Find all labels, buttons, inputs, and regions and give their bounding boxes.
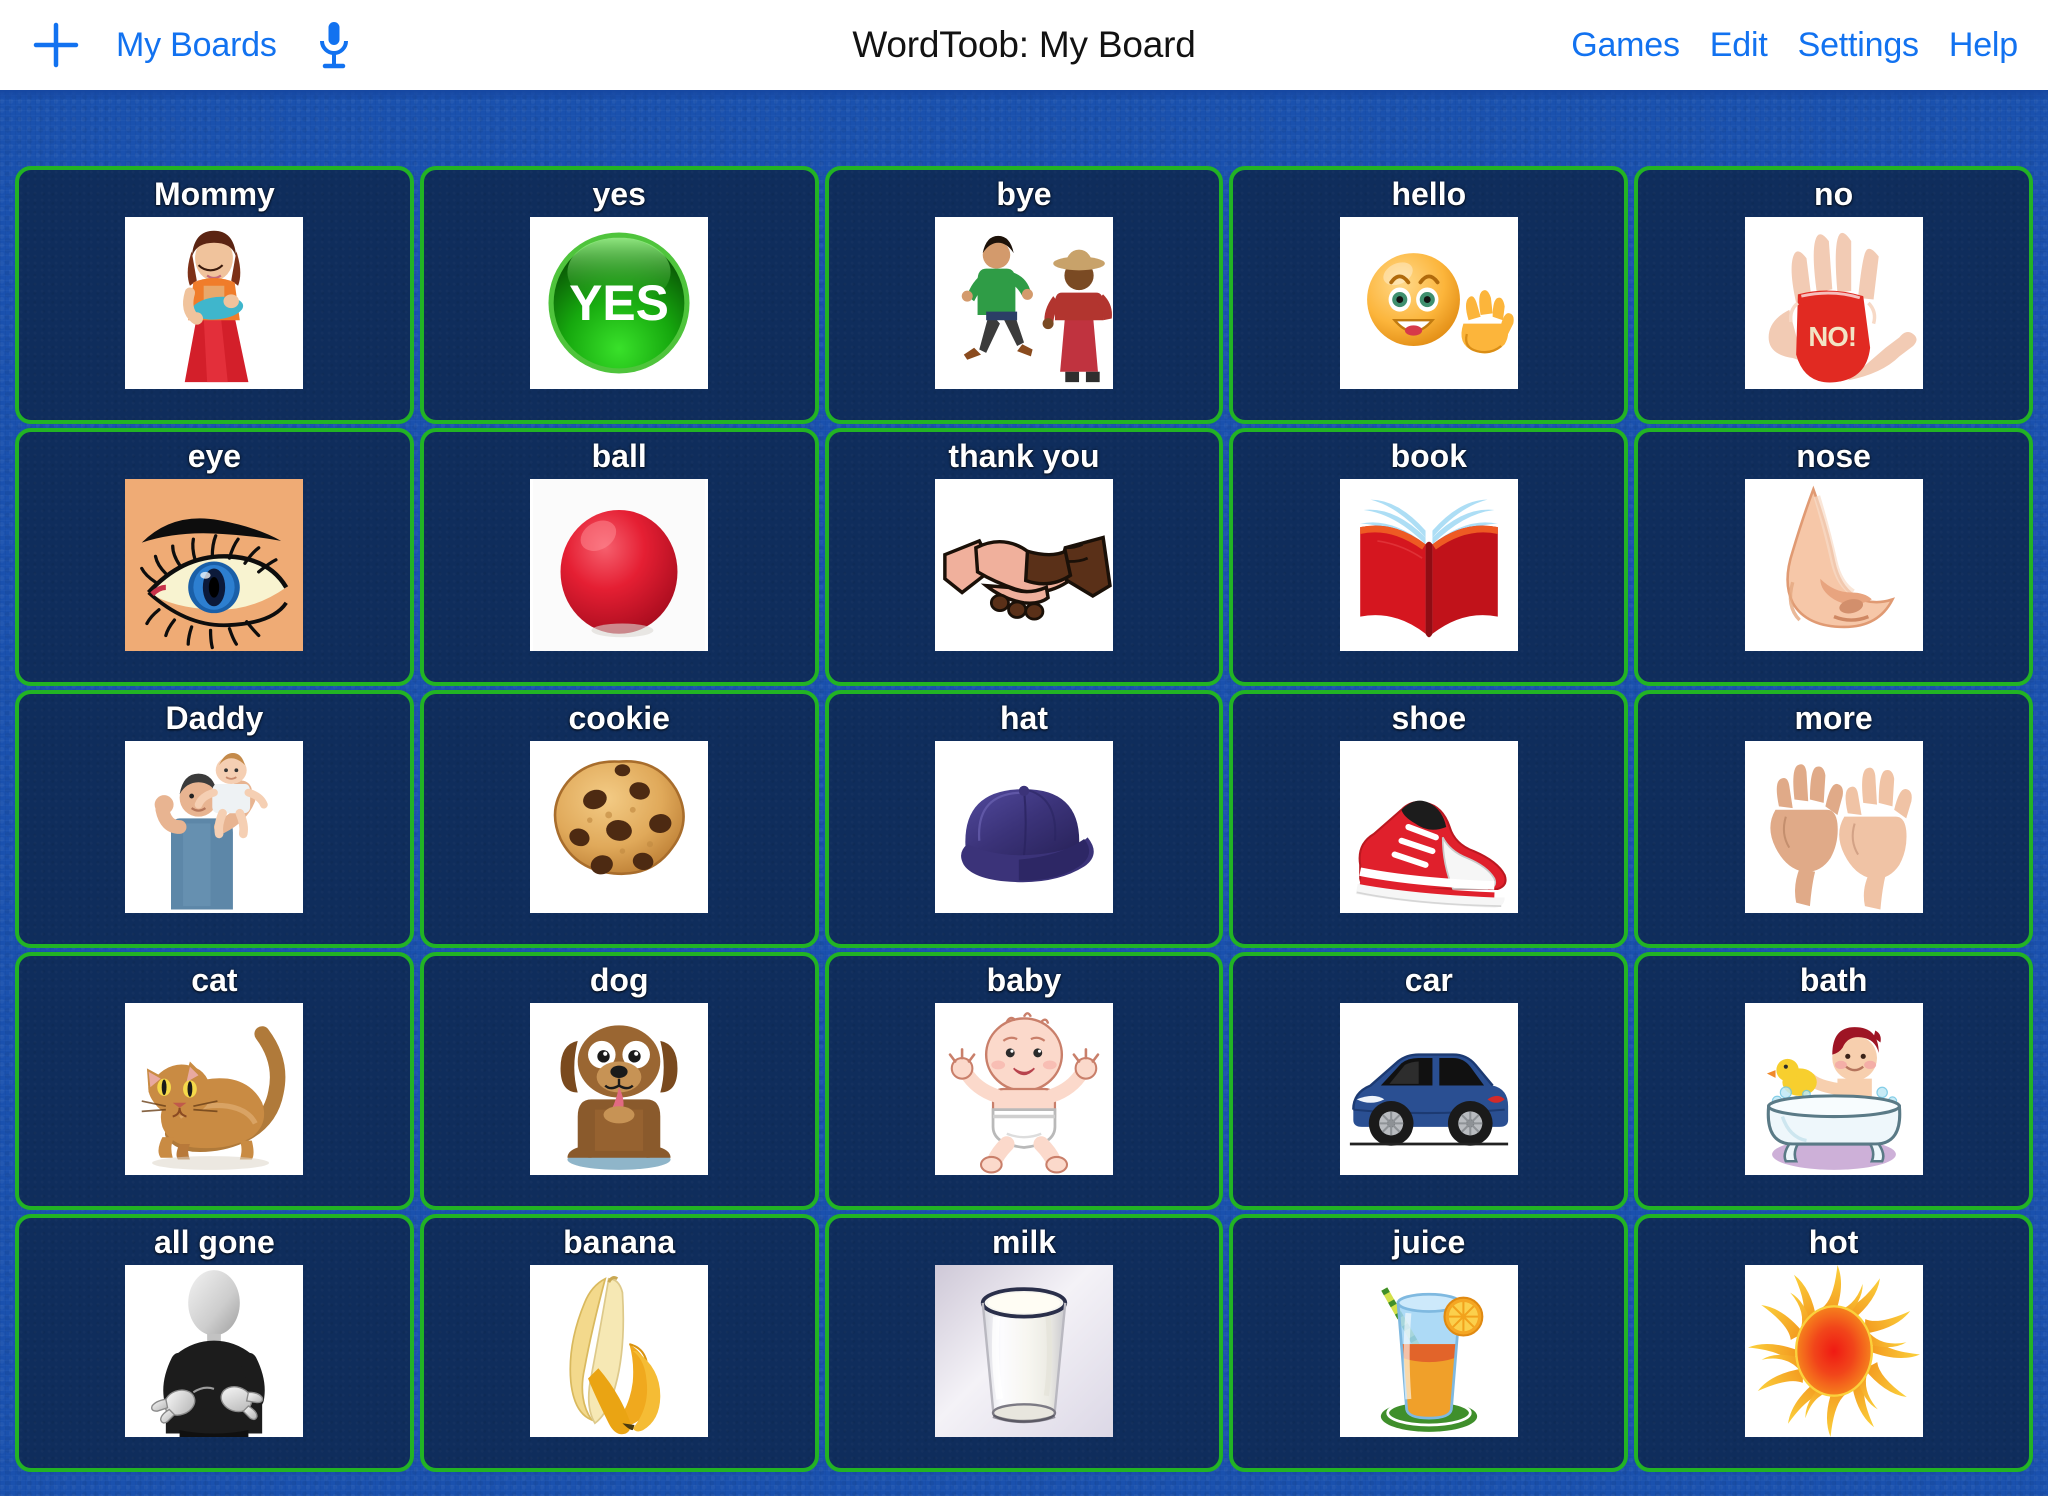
toolbar-right-group: Games Edit Settings Help [1571,28,2018,62]
open-red-book-image [1339,478,1518,651]
word-card-cookie[interactable]: cookie [419,690,819,948]
add-board-button[interactable] [30,19,82,71]
card-label: bye [996,176,1052,212]
card-label: cookie [568,700,670,736]
word-card-banana[interactable]: banana [419,1214,819,1472]
blue-car-image [1339,1002,1518,1175]
peeled-banana-image [530,1264,709,1437]
green-yes-button-image: YES [530,216,709,389]
person-waving-goodbye-image [934,216,1113,389]
microphone-button[interactable] [311,18,357,72]
toolbar-left-group: My Boards [30,18,357,72]
card-label: ball [591,438,647,474]
red-ball-image [530,478,709,651]
word-card-car[interactable]: car [1229,952,1629,1210]
word-card-shoe[interactable]: shoe [1229,690,1629,948]
card-label: baby [986,962,1062,998]
card-label: yes [592,176,646,212]
word-card-all-gone[interactable]: all gone [15,1214,414,1472]
two-hands-more-sign-image [1744,740,1923,913]
blue-baseball-cap-image [934,740,1113,913]
top-toolbar: My Boards WordToob: My Board Games Edit … [0,0,2048,90]
card-label: car [1404,962,1453,998]
cat-image [125,1002,304,1175]
word-card-mommy[interactable]: Mommy [15,166,414,424]
word-card-juice[interactable]: juice [1229,1214,1629,1472]
nose-image [1744,478,1923,651]
glass-of-juice-image [1339,1264,1518,1437]
smiley-waving-hand-image [1339,216,1518,389]
word-card-thank-you[interactable]: thank you [824,428,1224,686]
dog-image [530,1002,709,1175]
card-label: book [1390,438,1467,474]
baby-image [934,1002,1113,1175]
word-card-hot[interactable]: hot [1634,1214,2033,1472]
chocolate-chip-cookie-image [530,740,709,913]
card-label: more [1794,700,1873,736]
sun-image [1744,1264,1923,1437]
mother-holding-baby-image [125,216,304,389]
word-card-cat[interactable]: cat [15,952,414,1210]
word-card-more[interactable]: more [1634,690,2033,948]
word-card-milk[interactable]: milk [824,1214,1224,1472]
glass-of-milk-image [934,1264,1113,1437]
card-label: dog [589,962,649,998]
svg-text:YES: YES [569,275,669,331]
father-lifting-baby-image [125,740,304,913]
card-label: Daddy [165,700,264,736]
card-label: shoe [1391,700,1467,736]
board-background: Mommy yes YES bye hello no NO! eye ball … [0,90,2048,1496]
card-label: hat [999,700,1048,736]
word-card-bye[interactable]: bye [824,166,1224,424]
word-card-daddy[interactable]: Daddy [15,690,414,948]
word-card-nose[interactable]: nose [1634,428,2033,686]
card-label: all gone [153,1224,275,1260]
word-card-book[interactable]: book [1229,428,1629,686]
plus-icon [30,19,82,71]
card-label: banana [563,1224,676,1260]
card-label: bath [1799,962,1868,998]
svg-text:NO!: NO! [1808,321,1856,352]
edit-menu-link[interactable]: Edit [1710,28,1768,62]
word-card-eye[interactable]: eye [15,428,414,686]
word-card-dog[interactable]: dog [419,952,819,1210]
card-label: hello [1391,176,1467,212]
red-sneaker-image [1339,740,1518,913]
microphone-icon [314,19,354,71]
card-label: thank you [948,438,1100,474]
word-card-ball[interactable]: ball [419,428,819,686]
card-label: nose [1796,438,1871,474]
help-menu-link[interactable]: Help [1949,28,2018,62]
word-card-yes[interactable]: yes YES [419,166,819,424]
word-card-hat[interactable]: hat [824,690,1224,948]
card-label: eye [187,438,242,474]
word-card-hello[interactable]: hello [1229,166,1629,424]
games-menu-link[interactable]: Games [1571,28,1680,62]
word-card-no[interactable]: no NO! [1634,166,2033,424]
card-label: no [1814,176,1854,212]
person-all-gone-sign-image [125,1264,304,1437]
settings-menu-link[interactable]: Settings [1798,28,1919,62]
card-label: hot [1808,1224,1859,1260]
card-label: Mommy [153,176,275,212]
card-label: cat [191,962,238,998]
word-card-bath[interactable]: bath [1634,952,2033,1210]
handshake-image [934,478,1113,651]
eye-image [125,478,304,651]
card-label: juice [1392,1224,1466,1260]
child-in-bathtub-image [1744,1002,1923,1175]
word-card-baby[interactable]: baby [824,952,1224,1210]
my-boards-link[interactable]: My Boards [116,28,277,62]
word-card-grid: Mommy yes YES bye hello no NO! eye ball … [15,90,2033,1472]
card-label: milk [991,1224,1056,1260]
red-painted-hand-no-image: NO! [1744,216,1923,389]
